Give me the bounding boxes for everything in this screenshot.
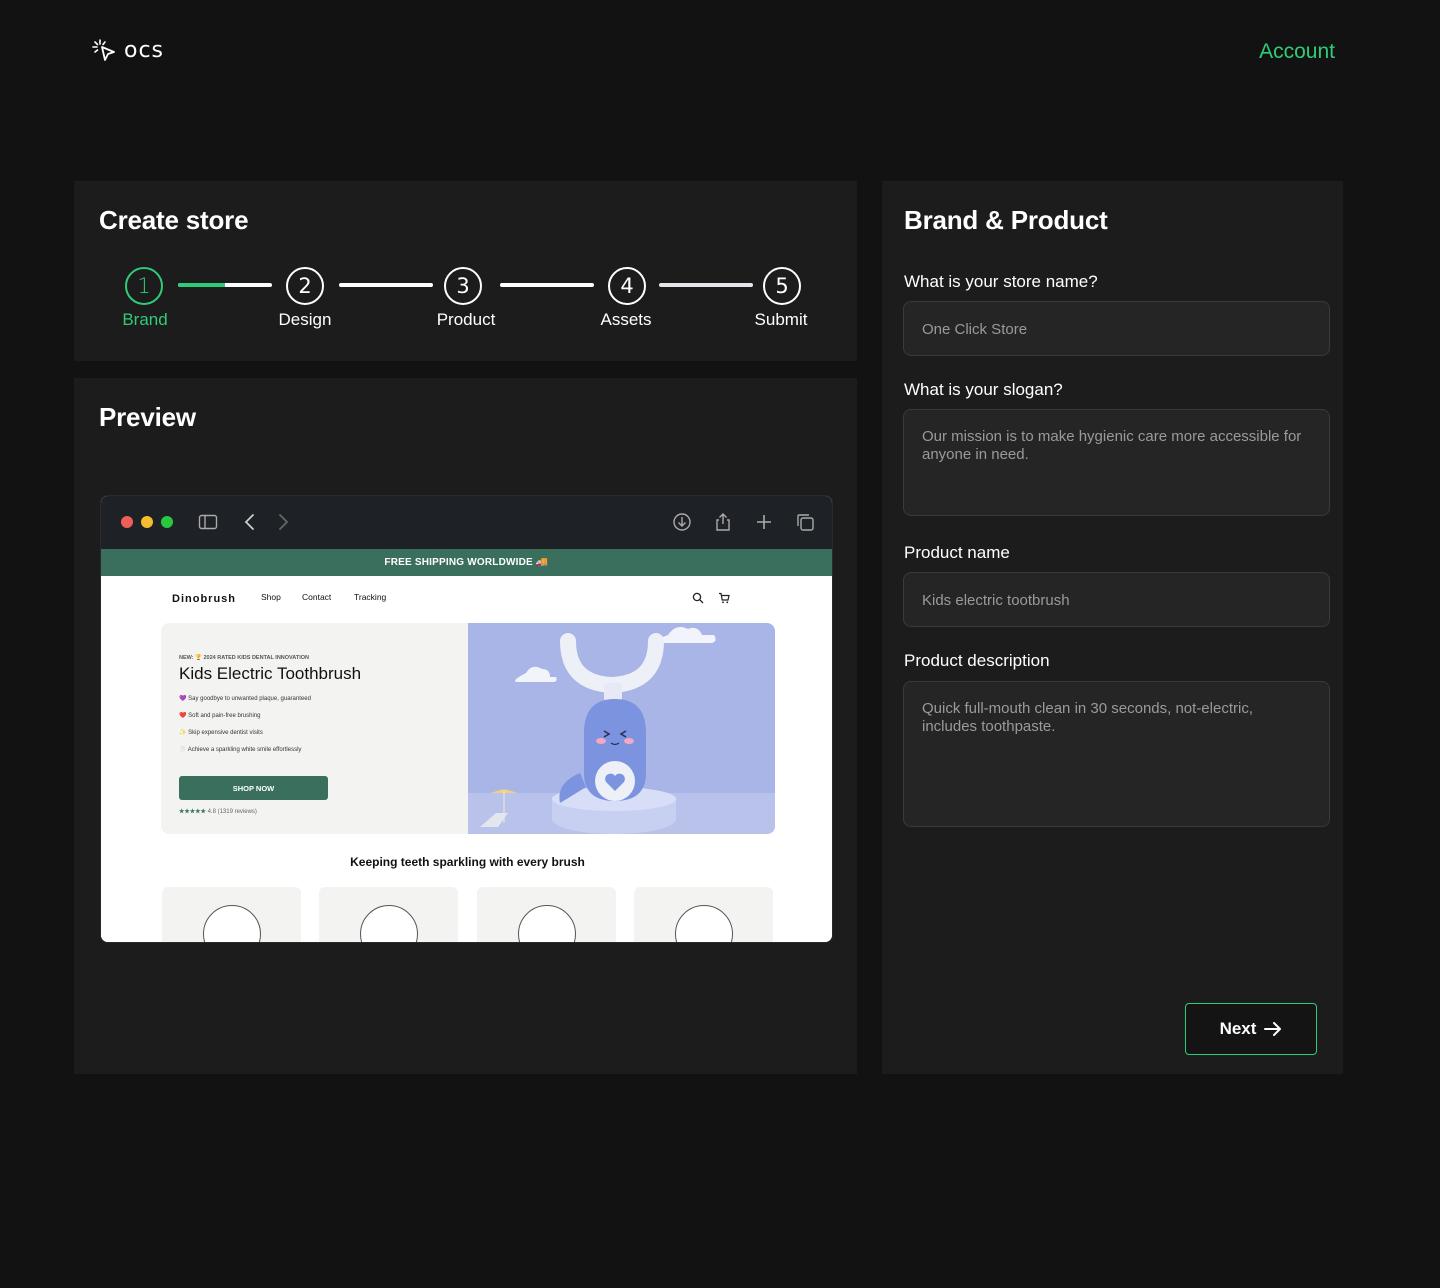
download-icon (673, 513, 691, 531)
hero-text-block: NEW: 🏆 2024 RATED KIDS DENTAL INNOVATION… (161, 623, 468, 834)
hero-bullet: 🦷 Achieve a sparkling white smile effort… (179, 747, 302, 753)
feature-card (634, 887, 773, 942)
browser-toolbar (101, 496, 832, 549)
step-5-label[interactable]: Submit (731, 310, 831, 330)
logo-text: ocs (124, 38, 165, 63)
backpack-icon (518, 905, 576, 942)
step-connector-2 (339, 283, 433, 287)
toothbrush-mascot-illustration (468, 627, 775, 834)
minimize-dot (141, 516, 153, 528)
feature-card (319, 887, 458, 942)
product-name-input[interactable]: Kids electric tootbrush (903, 572, 1330, 627)
hero-kicker: NEW: 🏆 2024 RATED KIDS DENTAL INNOVATION (179, 655, 309, 661)
store-preview: Dinobrush Shop Contact Tracking NEW: 🏆 2… (101, 576, 832, 942)
store-nav-contact: Contact (302, 592, 332, 602)
browser-mockup: FREE SHIPPING WORLDWIDE 🚚 Dinobrush Shop… (100, 495, 833, 943)
store-nav-shop: Shop (261, 592, 281, 602)
shipping-banner: FREE SHIPPING WORLDWIDE 🚚 (101, 549, 832, 576)
step-4-label[interactable]: Assets (576, 310, 676, 330)
hero-rating: ★★★★★ 4.8 (1319 reviews) (179, 808, 257, 815)
hero-bullet: ❤️ Soft and pain-free brushing (179, 713, 261, 719)
brand-product-panel: Brand & Product What is your store name?… (882, 181, 1343, 1074)
store-tagline: Keeping teeth sparkling with every brush (350, 855, 585, 869)
shop-now-button: SHOP NOW (179, 776, 328, 800)
create-store-panel: Create store 1 2 3 4 5 Brand Design Prod… (74, 181, 857, 361)
sparkle-teeth-icon (203, 905, 261, 942)
slogan-label: What is your slogan? (904, 380, 1063, 399)
truck-icon: 🚚 (535, 557, 549, 568)
store-name-input[interactable]: One Click Store (903, 301, 1330, 356)
store-name-label: What is your store name? (904, 272, 1098, 291)
hero-bullet: 💜 Say goodbye to unwanted plaque, guaran… (179, 696, 311, 702)
step-5-circle[interactable]: 5 (763, 267, 801, 305)
step-1-label[interactable]: Brand (95, 310, 195, 330)
form-title: Brand & Product (904, 205, 1108, 235)
sidebar-icon (198, 514, 218, 530)
next-button[interactable]: Next (1185, 1003, 1317, 1055)
store-hero: NEW: 🏆 2024 RATED KIDS DENTAL INNOVATION… (161, 623, 775, 834)
step-1-circle[interactable]: 1 (125, 267, 163, 305)
next-button-label: Next (1219, 1019, 1257, 1038)
product-description-label: Product description (904, 651, 1050, 670)
feature-card (162, 887, 301, 942)
refresh-icon (360, 905, 418, 942)
close-dot (121, 516, 133, 528)
store-nav-tracking: Tracking (354, 592, 387, 602)
hero-title: Kids Electric Toothbrush (179, 664, 362, 683)
step-connector-3 (500, 283, 594, 287)
search-icon (692, 592, 704, 604)
shipping-banner-text: FREE SHIPPING WORLDWIDE (384, 557, 533, 568)
step-3-label[interactable]: Product (416, 310, 516, 330)
step-connector-1-progress (178, 283, 225, 287)
preview-panel: Preview FREE SHIPPING WORLDWIDE 🚚 Dinobr… (74, 378, 857, 1074)
hero-product-image (468, 623, 775, 834)
cart-icon (719, 592, 730, 604)
product-description-textarea[interactable]: Quick full-mouth clean in 30 seconds, no… (903, 681, 1330, 827)
preview-title: Preview (99, 402, 196, 432)
step-4-circle[interactable]: 4 (608, 267, 646, 305)
step-2-label[interactable]: Design (255, 310, 355, 330)
logo[interactable]: ocs (92, 38, 164, 63)
feature-card (477, 887, 616, 942)
hero-bullet: ✨ Skip expensive dentist visits (179, 730, 263, 736)
back-icon (244, 514, 254, 530)
hand-wipe-icon (675, 905, 733, 942)
create-store-title: Create store (99, 205, 249, 235)
step-connector-4 (659, 283, 753, 287)
cursor-sparkle-icon (92, 38, 115, 61)
store-brand: Dinobrush (172, 593, 236, 605)
rating-stars: ★★★★★ (179, 809, 206, 815)
share-icon (716, 513, 730, 531)
product-name-label: Product name (904, 543, 1010, 562)
slogan-textarea[interactable]: Our mission is to make hygienic care mor… (903, 409, 1330, 516)
forward-icon (279, 514, 289, 530)
step-2-circle[interactable]: 2 (286, 267, 324, 305)
maximize-dot (161, 516, 173, 528)
rating-text: 4.8 (1319 reviews) (207, 809, 257, 815)
new-tab-icon (757, 515, 771, 529)
step-connector-1 (178, 283, 272, 287)
step-3-circle[interactable]: 3 (444, 267, 482, 305)
arrow-right-icon (1264, 1022, 1282, 1036)
account-link[interactable]: Account (1259, 40, 1335, 64)
tabs-overview-icon (797, 514, 814, 531)
